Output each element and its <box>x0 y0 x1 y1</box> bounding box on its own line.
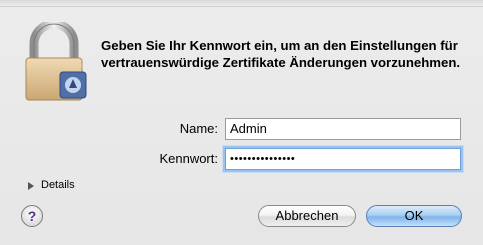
ok-button[interactable]: OK <box>366 205 462 227</box>
disclosure-triangle-icon[interactable] <box>24 179 40 193</box>
details-label[interactable]: Details <box>41 179 75 191</box>
window-top-edge <box>0 0 483 7</box>
name-field[interactable]: Admin <box>225 118 461 140</box>
name-label: Name: <box>179 121 218 136</box>
help-button[interactable]: ? <box>21 205 43 227</box>
password-label: Kennwort: <box>159 151 218 166</box>
authorization-dialog: Geben Sie Ihr Kennwort ein, um an den Ei… <box>0 0 483 245</box>
cancel-button[interactable]: Abbrechen <box>258 205 356 227</box>
certificate-badge-icon <box>59 71 87 99</box>
dialog-message: Geben Sie Ihr Kennwort ein, um an den Ei… <box>101 38 461 70</box>
password-field[interactable]: ••••••••••••••• <box>225 148 461 170</box>
lock-icon <box>25 22 87 101</box>
